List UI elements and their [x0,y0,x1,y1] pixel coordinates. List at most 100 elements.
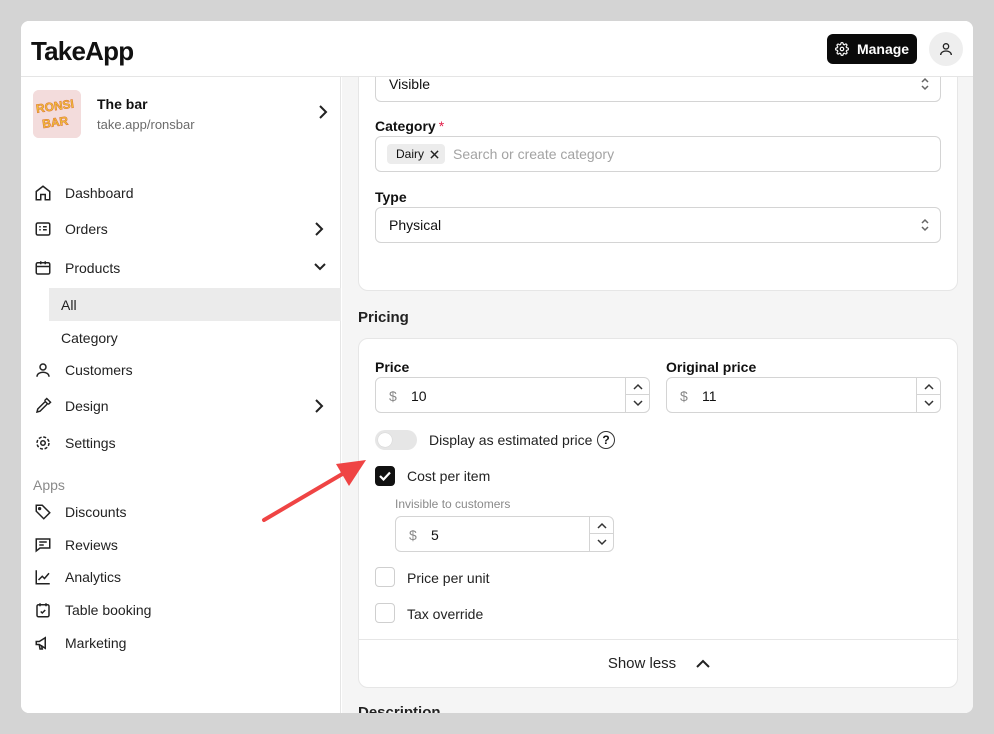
show-less-label: Show less [607,655,677,672]
nav-discounts[interactable]: Discounts [21,495,341,529]
required-marker: * [438,118,445,134]
manage-label: Manage [856,41,910,57]
apps-section-title: Apps [33,477,65,493]
user-icon [36,363,50,377]
nav-marketing[interactable]: Marketing [21,626,341,660]
chevron-down-icon [923,400,934,407]
message-icon [35,538,51,553]
pen-icon [35,397,52,414]
sidebar: RONSI BAR The bar take.app/ronsbar Dashb… [21,77,341,713]
store-switcher[interactable]: RONSI BAR The bar take.app/ronsbar [33,90,333,138]
avatar-button[interactable] [929,32,963,66]
chart-line-icon [35,570,50,585]
original-price-input[interactable]: $ 11 [666,377,941,413]
category-input[interactable]: Dairy Search or create category [375,136,941,172]
nav-products-category[interactable]: Category [49,321,341,354]
nav-orders[interactable]: Orders [21,212,341,246]
nav-reviews[interactable]: Reviews [21,528,341,562]
category-chip: Dairy [387,144,446,164]
chevron-right-icon [315,399,324,413]
store-url: take.app/ronsbar [97,117,195,132]
gear-icon [834,42,849,56]
currency-symbol: $ [389,388,397,404]
nav-discounts-label: Discounts [65,504,127,520]
main-content: Visible Category * Dairy Search or create… [342,77,973,713]
help-icon[interactable]: ? [597,431,615,449]
chevron-updown-icon [921,218,929,232]
chevron-down-icon [314,263,326,271]
toggle-knob [378,433,392,447]
nav-customers-label: Customers [65,362,133,378]
price-label: Price [375,359,410,375]
nav-customers[interactable]: Customers [21,353,341,387]
home-icon [35,185,51,201]
type-select[interactable]: Physical [375,207,941,243]
manage-button[interactable]: Manage [827,34,917,64]
price-input[interactable]: $ 10 [375,377,650,413]
gear-icon [36,436,50,450]
chevron-right-icon [319,105,328,119]
nav-orders-label: Orders [65,221,108,237]
nav-reviews-label: Reviews [65,537,118,553]
cost-value: 5 [431,527,439,543]
cost-per-item-label: Cost per item [407,468,491,484]
chevron-up-icon [632,383,643,390]
price-stepper[interactable] [625,378,649,412]
estimated-price-label: Display as estimated price [429,432,593,448]
original-price-value: 11 [702,388,717,404]
original-price-label: Original price [666,359,757,375]
chevron-down-icon [632,400,643,407]
cost-stepper[interactable] [589,517,613,551]
type-value: Physical [389,217,442,233]
increment-button[interactable] [590,517,613,534]
top-bar: TakeApp Manage [21,21,973,77]
category-chip-label: Dairy [396,147,425,161]
nav-settings[interactable]: Settings [21,426,341,460]
pricing-card: Price $ 10 Original price $ 11 Display a… [358,338,959,688]
takeapp-logo[interactable]: TakeApp [31,36,134,67]
visibility-select[interactable]: Visible [375,77,941,102]
price-per-unit-label: Price per unit [407,570,490,586]
increment-button[interactable] [917,378,940,395]
orders-icon [35,222,51,236]
cost-hint: Invisible to customers [395,497,511,511]
nav-settings-label: Settings [65,435,116,451]
category-label: Category * [375,118,445,134]
estimated-price-toggle[interactable] [375,430,417,450]
description-title: Description [358,704,441,713]
megaphone-icon [35,636,46,650]
nav-analytics-label: Analytics [65,569,122,585]
currency-symbol: $ [680,388,688,404]
nav-products-all[interactable]: All [49,288,341,321]
type-label: Type [375,189,407,205]
nav-marketing-label: Marketing [65,635,127,651]
decrement-button[interactable] [590,534,613,551]
app-window: TakeApp Manage RONSI BAR The bar take.ap… [21,21,973,713]
tax-override-checkbox[interactable] [375,603,395,623]
decrement-button[interactable] [917,395,940,412]
close-icon[interactable] [430,149,439,159]
price-value: 10 [411,388,427,404]
original-price-stepper[interactable] [916,378,940,412]
nav-dashboard-label: Dashboard [65,185,134,201]
product-details-card: Visible Category * Dairy Search or create… [358,77,958,291]
nav-products[interactable]: Products [21,251,341,285]
check-icon [379,471,391,481]
tag-icon [35,504,51,520]
calendar-check-icon [36,603,50,618]
nav-products-label: Products [65,260,121,276]
cost-input[interactable]: $ 5 [395,516,614,552]
chevron-down-icon [596,539,607,546]
decrement-button[interactable] [626,395,649,412]
currency-symbol: $ [409,527,417,543]
category-placeholder: Search or create category [453,146,615,162]
increment-button[interactable] [626,378,649,395]
nav-table-booking-label: Table booking [65,602,152,618]
nav-dashboard[interactable]: Dashboard [21,176,341,210]
nav-table-booking[interactable]: Table booking [21,593,341,627]
show-less-button[interactable]: Show less [359,639,959,687]
nav-analytics[interactable]: Analytics [21,560,341,594]
cost-per-item-checkbox[interactable] [375,466,395,486]
price-per-unit-checkbox[interactable] [375,567,395,587]
nav-design[interactable]: Design [21,389,341,423]
